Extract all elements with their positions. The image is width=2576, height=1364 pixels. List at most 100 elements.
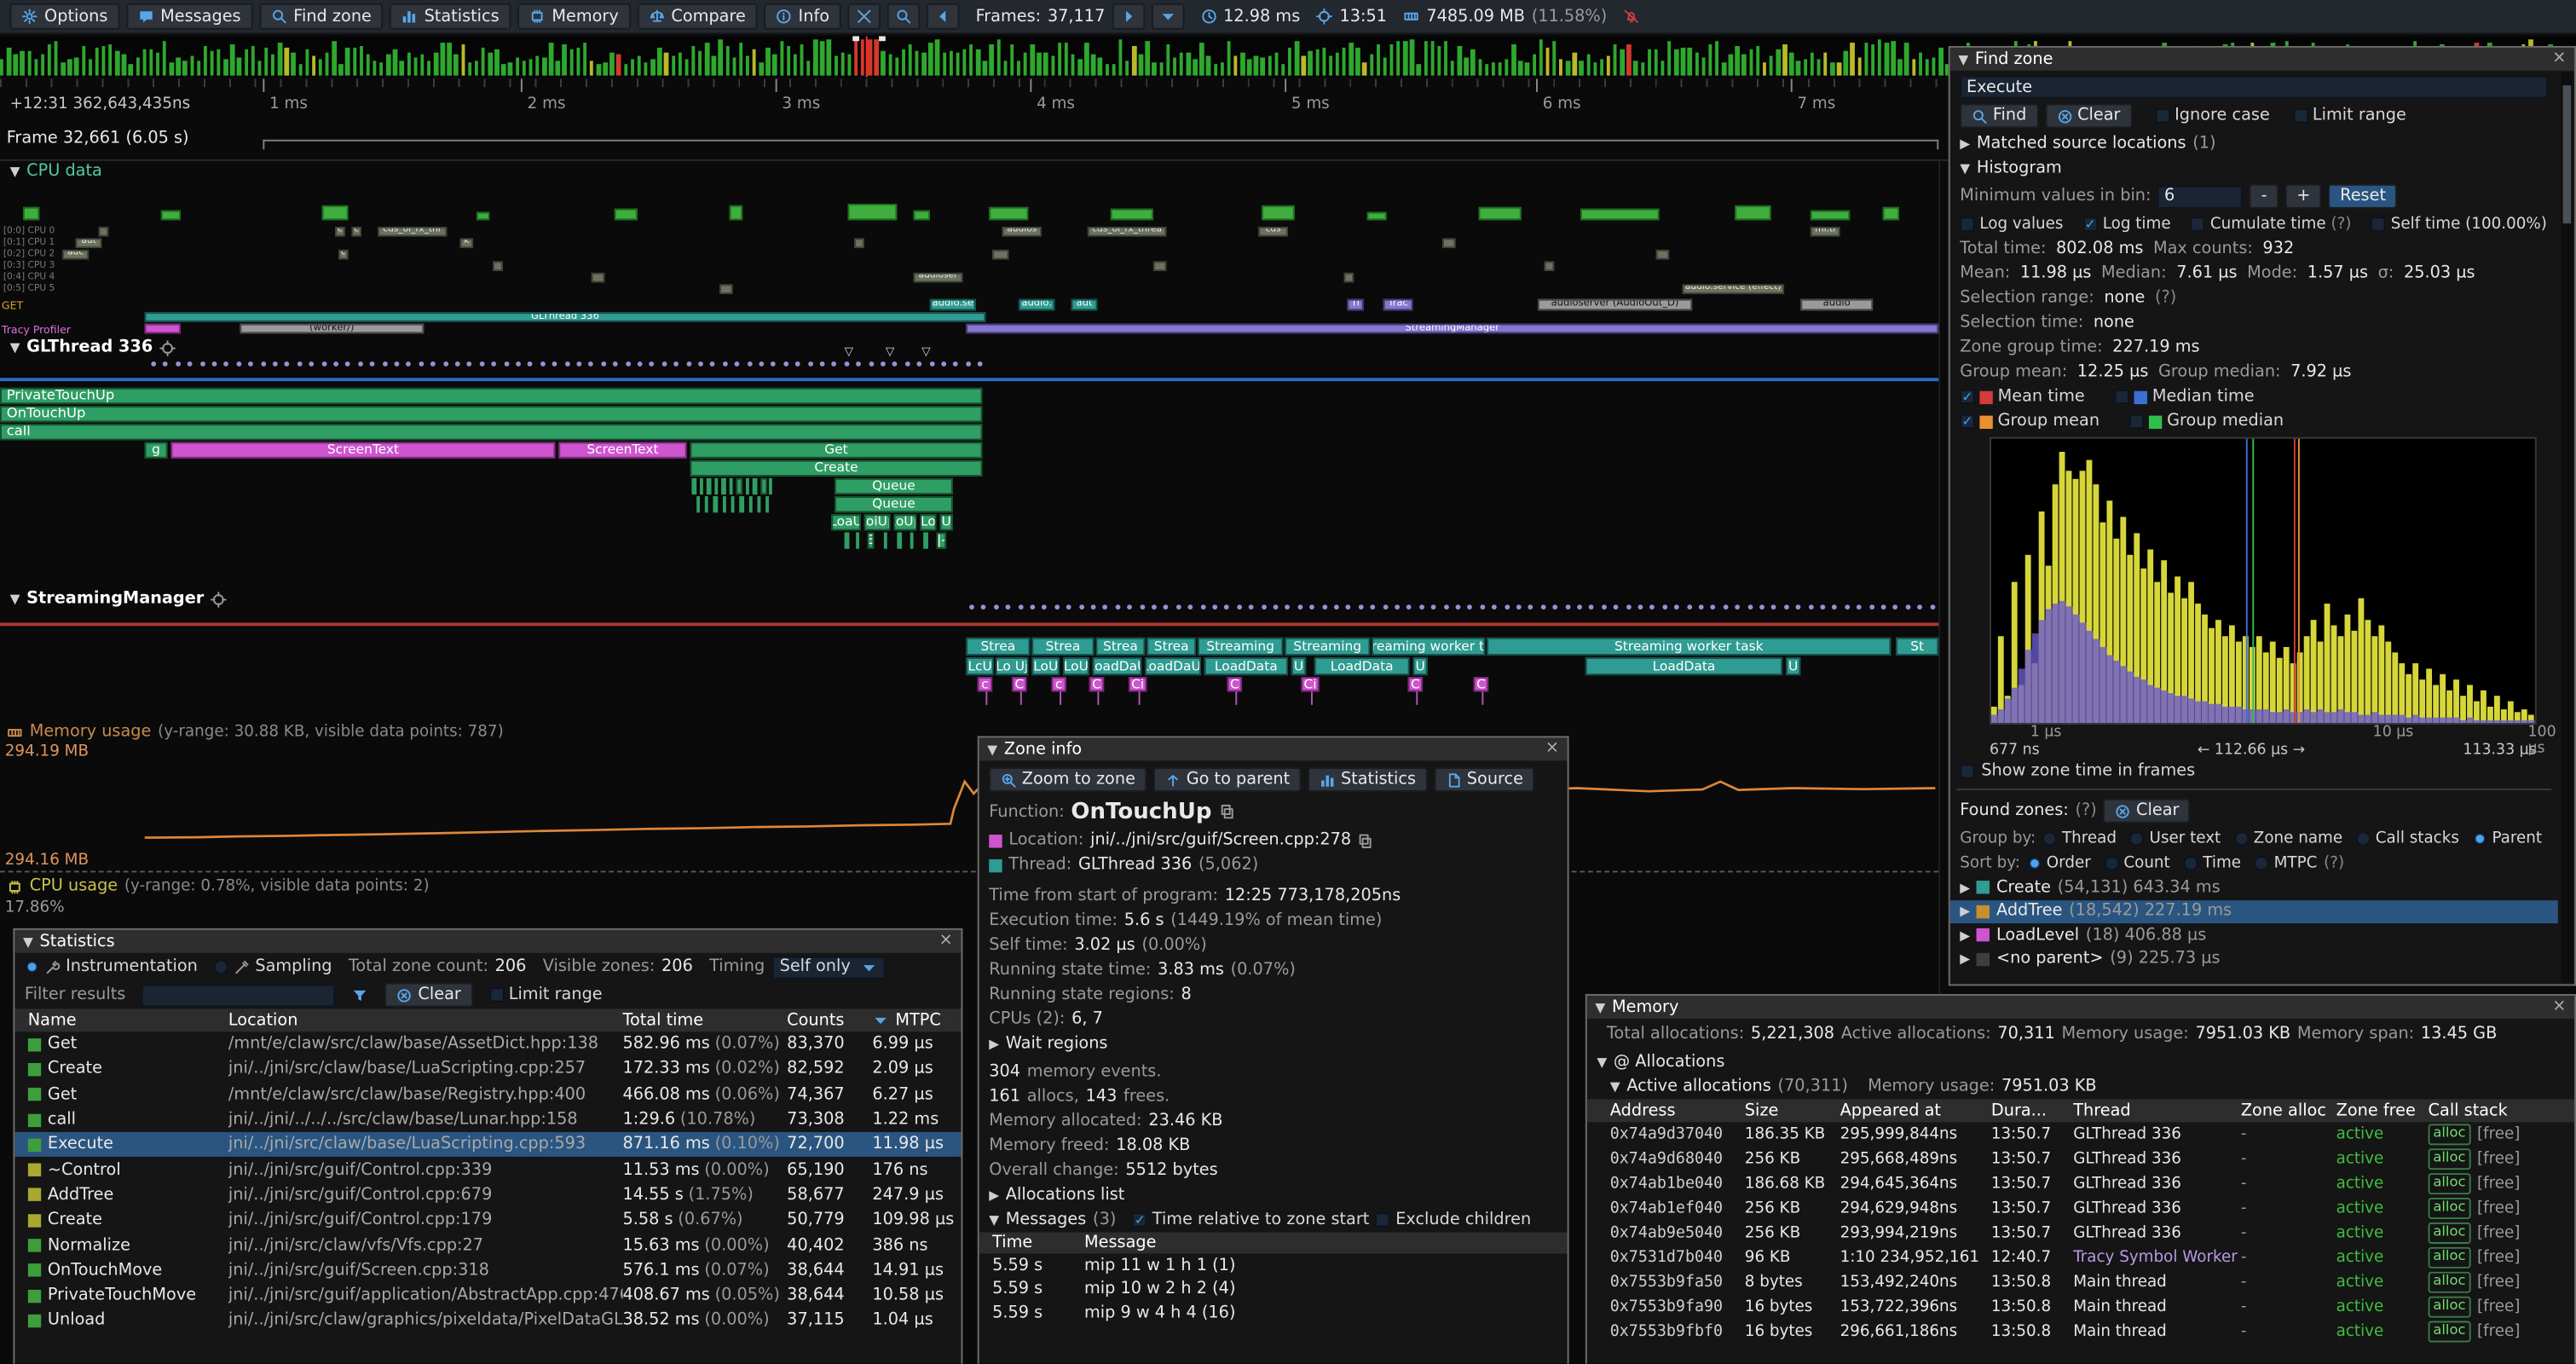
message-dot[interactable]: [589, 361, 594, 367]
crosshair-icon[interactable]: [159, 339, 176, 355]
allocation-row[interactable]: 0x7553b9fbf016 bytes296,661,186ns13:50.8…: [1587, 1320, 2574, 1344]
message-dot[interactable]: [917, 361, 922, 367]
cpu-context-segment[interactable]: mi:ti: [1811, 227, 1840, 236]
copy-icon[interactable]: [1218, 803, 1234, 819]
alloc-callstack-button[interactable]: alloc: [2429, 1199, 2471, 1218]
zone-segment[interactable]: [746, 478, 749, 494]
radio-icon[interactable]: [2234, 831, 2249, 846]
sort-by-mtpc[interactable]: MTPC: [2254, 854, 2317, 872]
frame-marker-icon[interactable]: ▽: [845, 347, 853, 358]
limit-range-checkbox[interactable]: Limit range: [489, 985, 603, 1003]
cpu-context-segment[interactable]: aut: [76, 238, 102, 247]
message-dot[interactable]: [978, 361, 983, 367]
message-dot[interactable]: [747, 361, 752, 367]
zone-segment[interactable]: c: [1051, 677, 1066, 691]
found-zone-row[interactable]: ▶LoadLevel(18) 406.88 µs: [1950, 923, 2558, 947]
collapse-icon[interactable]: ▼: [989, 1212, 999, 1227]
cpu-context-segment[interactable]: c: [335, 227, 345, 236]
message-dot[interactable]: [1322, 604, 1327, 610]
message-dot[interactable]: [869, 361, 874, 367]
frame-marker-icon[interactable]: ▽: [921, 347, 930, 358]
group-by-zone-name[interactable]: Zone name: [2234, 829, 2343, 847]
checkbox-icon[interactable]: [1960, 217, 1974, 231]
found-zone-row[interactable]: ▶AddTree(18,542) 227.19 ms: [1950, 899, 2558, 923]
message-dot[interactable]: [856, 361, 861, 367]
cpu-context-segment[interactable]: [854, 238, 864, 247]
zone-segment[interactable]: E: [868, 532, 875, 548]
zone-segment[interactable]: [739, 496, 744, 512]
zone-segment[interactable]: LoaU: [831, 514, 861, 530]
collapse-icon[interactable]: ▼: [10, 165, 20, 179]
glthread-header[interactable]: ▼ GLThread 336: [10, 338, 176, 356]
message-dot[interactable]: [1480, 604, 1485, 610]
message-dot[interactable]: [1456, 604, 1461, 610]
zone-segment[interactable]: Strea: [1031, 638, 1094, 656]
message-dot[interactable]: [1626, 604, 1631, 610]
message-dot[interactable]: [151, 361, 156, 367]
histogram-toggle[interactable]: ▼ Histogram: [1950, 156, 2558, 181]
message-dot[interactable]: [1857, 604, 1862, 610]
zone-segment[interactable]: [730, 478, 733, 494]
sort-by-time[interactable]: Time: [2183, 854, 2241, 872]
frame-dropdown-button[interactable]: [1151, 3, 1184, 30]
zone-segment[interactable]: Streaming worker tas: [1372, 638, 1485, 656]
cpu-zone-bar[interactable]: [1580, 209, 1660, 220]
allocations-list-toggle[interactable]: ▶ Allocations list: [979, 1183, 1568, 1208]
message-dot[interactable]: [1784, 604, 1789, 610]
zone-segment[interactable]: LoadDaUj: [1145, 657, 1201, 675]
message-dot[interactable]: [1237, 604, 1242, 610]
source-button[interactable]: Source: [1434, 767, 1534, 792]
alloc-address[interactable]: 0x74ab1ef040: [1610, 1199, 1745, 1217]
free-callstack-button[interactable]: [free]: [2477, 1150, 2520, 1168]
message-dot[interactable]: [1638, 604, 1643, 610]
message-dot[interactable]: [698, 361, 703, 367]
zone-segment[interactable]: audio.: [1019, 299, 1054, 310]
expand-icon[interactable]: ▶: [1960, 904, 1970, 918]
log-time-checkbox[interactable]: Log time: [2083, 215, 2171, 233]
radio-icon[interactable]: [2042, 831, 2057, 846]
stats-row[interactable]: ~Controljni/../jni/src/guif/Control.cpp:…: [14, 1158, 961, 1182]
go-to-parent-button[interactable]: Go to parent: [1153, 767, 1302, 792]
message-dot[interactable]: [1078, 604, 1083, 610]
zone-info-titlebar[interactable]: ▼ Zone info ×: [979, 737, 1568, 760]
zone-segment[interactable]: audioserver (AudioOut_D): [1538, 299, 1692, 310]
message-dot[interactable]: [516, 361, 521, 367]
message-dot[interactable]: [492, 361, 497, 367]
collapse-icon[interactable]: ▼: [987, 742, 997, 756]
cpu-context-segment[interactable]: [1656, 250, 1669, 259]
message-dot[interactable]: [1614, 604, 1619, 610]
col-time[interactable]: Time: [992, 1234, 1084, 1251]
message-dot[interactable]: [1930, 604, 1935, 610]
message-dot[interactable]: [1505, 604, 1510, 610]
message-dot[interactable]: [1383, 604, 1388, 610]
checkbox-icon[interactable]: [1960, 390, 1974, 404]
alloc-callstack-button[interactable]: alloc: [2429, 1297, 2471, 1316]
options-button[interactable]: Options: [10, 3, 119, 30]
close-icon[interactable]: ×: [1545, 741, 1559, 757]
find-button[interactable]: Find: [1960, 103, 2038, 128]
collapse-icon[interactable]: ▼: [10, 340, 20, 355]
message-dot[interactable]: [1030, 604, 1035, 610]
memory-button[interactable]: Memory: [517, 3, 630, 30]
allocation-row[interactable]: 0x74a9d68040256 KB295,668,489ns13:50.7GL…: [1587, 1147, 2574, 1171]
compare-button[interactable]: Compare: [637, 3, 757, 30]
message-dot[interactable]: [467, 361, 472, 367]
message-dot[interactable]: [650, 361, 655, 367]
message-dot[interactable]: [164, 361, 169, 367]
message-dot[interactable]: [1577, 604, 1582, 610]
message-dot[interactable]: [1736, 604, 1741, 610]
cpu-context-segment[interactable]: cds_ol_rx_threa: [1088, 227, 1167, 236]
alloc-address[interactable]: 0x7531d7b040: [1610, 1249, 1745, 1267]
message-dot[interactable]: [1358, 604, 1363, 610]
zone-segment[interactable]: U: [1291, 657, 1306, 675]
zone-segment[interactable]: [714, 478, 718, 494]
message-dot[interactable]: [929, 361, 934, 367]
expand-icon[interactable]: ▶: [1960, 951, 1970, 966]
message-dot[interactable]: [479, 361, 484, 367]
radio-icon[interactable]: [2254, 856, 2268, 870]
message-dot[interactable]: [1602, 604, 1607, 610]
zone-segment[interactable]: LoadData: [1314, 657, 1410, 675]
message-dot[interactable]: [261, 361, 266, 367]
message-dot[interactable]: [1759, 604, 1765, 610]
message-dot[interactable]: [1553, 604, 1558, 610]
